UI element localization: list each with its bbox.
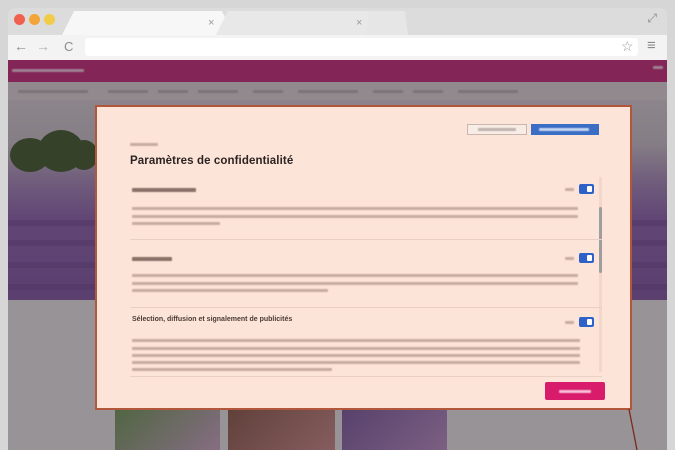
callout-line-stroke [628, 408, 638, 450]
callout-line [628, 408, 638, 450]
